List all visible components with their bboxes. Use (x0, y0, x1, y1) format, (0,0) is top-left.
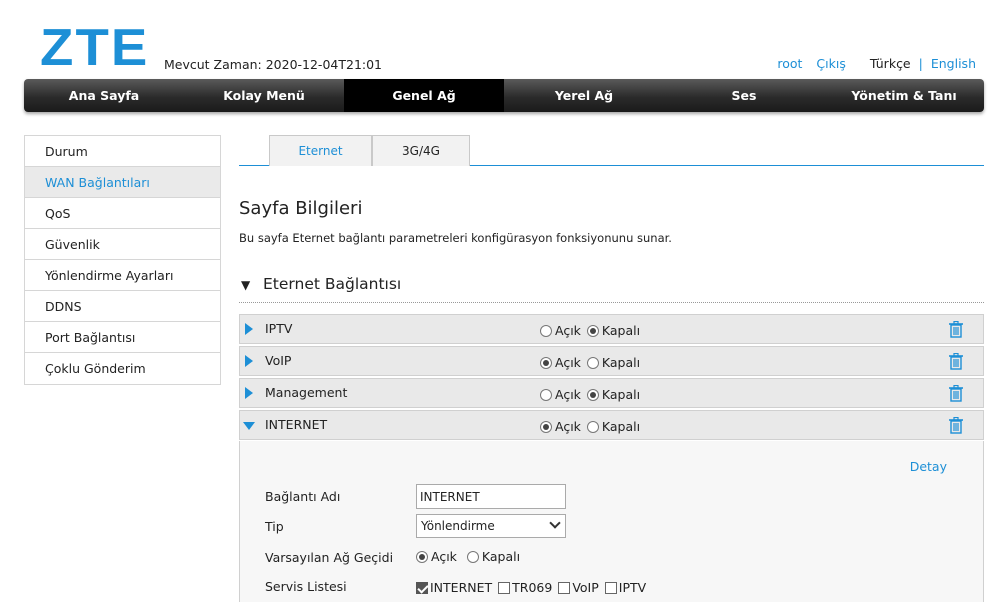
radio-acik-label: Açık (555, 355, 581, 370)
sidebar-item-ddns[interactable]: DDNS (25, 291, 220, 322)
tab-3g4g[interactable]: 3G/4G (372, 135, 470, 166)
service-checkbox-tr069[interactable] (498, 581, 511, 594)
type-select-value: Yönlendirme (421, 519, 495, 533)
radio-kapali-label: Kapalı (601, 419, 641, 434)
page-description: Bu sayfa Eternet bağlantı parametreleri … (239, 231, 672, 245)
sidebar-item-wan-baglantilari[interactable]: WAN Bağlantıları (25, 167, 220, 198)
chevron-down-icon (549, 517, 561, 529)
gateway-radio-kapali[interactable] (466, 550, 479, 563)
connection-name: Management (265, 385, 348, 400)
service-label-voip: VoIP (572, 580, 599, 595)
tab-bar: Eternet 3G/4G (239, 135, 984, 166)
sidebar: Durum WAN Bağlantıları QoS Güvenlik Yönl… (24, 135, 221, 385)
expand-arrow-icon[interactable] (245, 355, 253, 367)
radio-acik-label: Açık (555, 387, 581, 402)
detay-link[interactable]: Detay (910, 459, 947, 474)
radio-kapali[interactable] (586, 388, 599, 401)
connection-name: VoIP (265, 353, 292, 368)
nav-yerel-ag[interactable]: Yerel Ağ (504, 79, 664, 112)
logout-link[interactable]: Çıkış (816, 56, 845, 71)
connection-row-voip: VoIP Açık Kapalı (239, 346, 984, 376)
service-list: INTERNET TR069 VoIP IPTV (416, 580, 652, 595)
service-checkbox-voip[interactable] (558, 581, 571, 594)
service-list-label: Servis Listesi (265, 579, 347, 594)
collapse-triangle-icon: ▼ (241, 278, 251, 292)
type-select[interactable]: Yönlendirme (416, 514, 566, 538)
nav-genel-ag[interactable]: Genel Ağ (344, 79, 504, 112)
service-label-internet: INTERNET (430, 580, 493, 595)
service-label-iptv: IPTV (618, 580, 647, 595)
sidebar-item-yonlendirme-ayarlari[interactable]: Yönlendirme Ayarları (25, 260, 220, 291)
expand-arrow-icon[interactable] (245, 323, 253, 335)
connection-switch: Açık Kapalı (540, 323, 646, 338)
sidebar-item-qos[interactable]: QoS (25, 198, 220, 229)
connection-name: INTERNET (265, 417, 328, 432)
radio-acik[interactable] (540, 324, 552, 337)
nav-yonetim-tani[interactable]: Yönetim & Tanı (824, 79, 984, 112)
gateway-switch: Açık Kapalı (416, 549, 526, 564)
connection-switch: Açık Kapalı (540, 387, 646, 402)
radio-kapali[interactable] (586, 356, 599, 369)
gateway-radio-acik-label: Açık (431, 549, 457, 564)
gateway-radio-kapali-label: Kapalı (481, 549, 521, 564)
radio-acik[interactable] (540, 388, 552, 401)
tab-eternet[interactable]: Eternet (269, 135, 372, 166)
top-links: root Çıkış Türkçe | English (777, 56, 976, 71)
radio-kapali-label: Kapalı (601, 323, 641, 338)
trash-icon[interactable] (949, 385, 963, 402)
current-time: Mevcut Zaman: 2020-12-04T21:01 (164, 57, 383, 72)
radio-acik[interactable] (540, 356, 552, 369)
sidebar-item-port-baglantisi[interactable]: Port Bağlantısı (25, 322, 220, 353)
collapse-arrow-icon[interactable] (243, 422, 255, 430)
sidebar-item-coklu-gonderim[interactable]: Çoklu Gönderim (25, 353, 220, 384)
service-checkbox-internet[interactable] (416, 581, 428, 594)
connection-switch: Açık Kapalı (540, 419, 646, 434)
expand-arrow-icon[interactable] (245, 387, 253, 399)
sidebar-item-guvenlik[interactable]: Güvenlik (25, 229, 220, 260)
section-header-eternet[interactable]: ▼ Eternet Bağlantısı (239, 272, 984, 303)
language-current: Türkçe (869, 56, 911, 71)
service-label-tr069: TR069 (512, 580, 553, 595)
nav-ses[interactable]: Ses (664, 79, 824, 112)
page-title: Sayfa Bilgileri (239, 198, 363, 219)
trash-icon[interactable] (949, 321, 963, 338)
gateway-label: Varsayılan Ağ Geçidi (265, 550, 394, 565)
connection-row-iptv: IPTV Açık Kapalı (239, 314, 984, 344)
gateway-radio-acik[interactable] (416, 550, 428, 563)
radio-kapali[interactable] (586, 324, 599, 337)
radio-acik-label: Açık (555, 323, 581, 338)
nav-ana-sayfa[interactable]: Ana Sayfa (24, 79, 184, 112)
language-english-link[interactable]: English (931, 56, 976, 71)
internet-detail-panel: Detay Bağlantı Adı Tip Yönlendirme Varsa… (239, 441, 984, 602)
trash-icon[interactable] (949, 353, 963, 370)
connection-name: IPTV (265, 321, 293, 336)
radio-kapali[interactable] (586, 420, 599, 433)
radio-acik-label: Açık (555, 419, 581, 434)
user-link[interactable]: root (777, 56, 802, 71)
zte-logo: ZTE (40, 19, 150, 77)
section-title: Eternet Bağlantısı (263, 275, 402, 293)
connection-switch: Açık Kapalı (540, 355, 646, 370)
radio-kapali-label: Kapalı (601, 387, 641, 402)
radio-acik[interactable] (540, 420, 552, 433)
connection-row-internet: INTERNET Açık Kapalı (239, 410, 984, 440)
service-checkbox-iptv[interactable] (604, 581, 617, 594)
conn-name-input[interactable] (416, 484, 566, 509)
conn-name-label: Bağlantı Adı (265, 489, 341, 504)
trash-icon[interactable] (949, 417, 963, 434)
nav-kolay-menu[interactable]: Kolay Menü (184, 79, 344, 112)
main-nav: Ana Sayfa Kolay Menü Genel Ağ Yerel Ağ S… (24, 79, 984, 112)
sidebar-item-durum[interactable]: Durum (25, 136, 220, 167)
language-separator: | (918, 56, 923, 71)
radio-kapali-label: Kapalı (601, 355, 641, 370)
type-label: Tip (265, 519, 284, 534)
connection-row-management: Management Açık Kapalı (239, 378, 984, 408)
